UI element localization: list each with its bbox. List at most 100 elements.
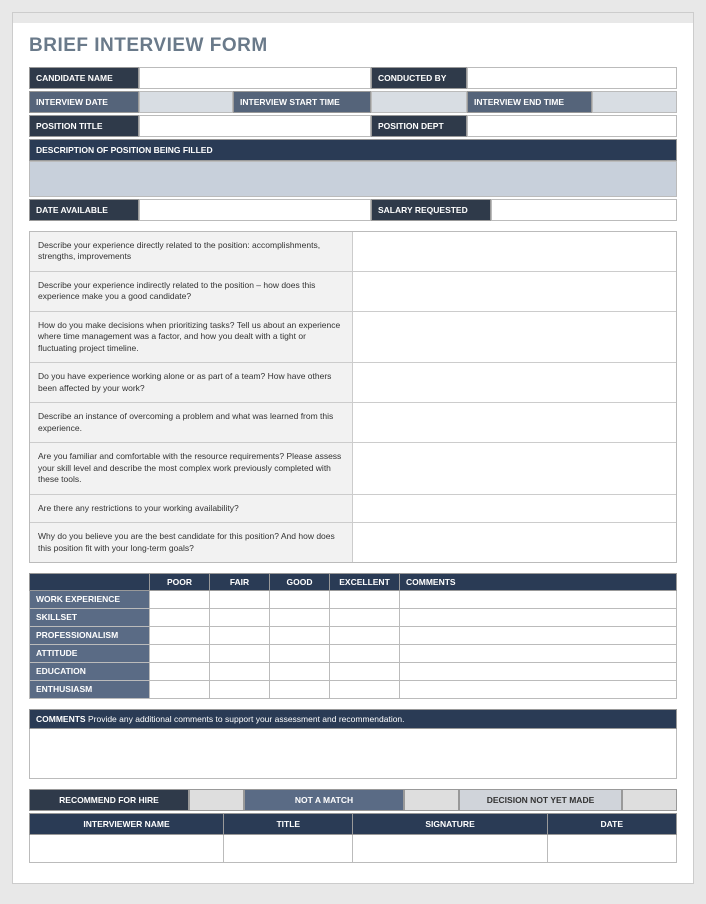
check-recommend-hire[interactable]: [189, 789, 244, 811]
rating-cell[interactable]: [210, 680, 270, 698]
rating-cell[interactable]: [270, 626, 330, 644]
check-not-yet[interactable]: [622, 789, 677, 811]
input-position-title[interactable]: [139, 115, 371, 137]
rating-cell[interactable]: [270, 590, 330, 608]
label-interview-date: INTERVIEW DATE: [29, 91, 139, 113]
question-answer[interactable]: [353, 495, 676, 522]
rating-cell[interactable]: [210, 626, 270, 644]
label-conducted-by: CONDUCTED BY: [371, 67, 467, 89]
input-conducted-by[interactable]: [467, 67, 677, 89]
rating-label: ENTHUSIASM: [30, 680, 150, 698]
question-text: Do you have experience working alone or …: [30, 363, 353, 402]
col-date: DATE: [547, 813, 676, 834]
col-good: GOOD: [270, 573, 330, 590]
input-interview-date[interactable]: [139, 91, 233, 113]
interview-form-page: BRIEF INTERVIEW FORM CANDIDATE NAME COND…: [12, 12, 694, 884]
question-answer[interactable]: [353, 523, 676, 562]
question-answer[interactable]: [353, 403, 676, 442]
comments-input[interactable]: [29, 729, 677, 779]
question-text: Describe your experience indirectly rela…: [30, 272, 353, 311]
comments-header: COMMENTS Provide any additional comments…: [29, 709, 677, 729]
rating-cell[interactable]: [210, 590, 270, 608]
rating-label: PROFESSIONALISM: [30, 626, 150, 644]
rating-row: WORK EXPERIENCE: [30, 590, 677, 608]
question-text: Why do you believe you are the best cand…: [30, 523, 353, 562]
input-end-time[interactable]: [592, 91, 677, 113]
input-title[interactable]: [224, 834, 353, 862]
rating-cell[interactable]: [210, 662, 270, 680]
rating-label: ATTITUDE: [30, 644, 150, 662]
rating-cell[interactable]: [330, 644, 400, 662]
input-interviewer-name[interactable]: [30, 834, 224, 862]
label-recommend-hire: RECOMMEND FOR HIRE: [29, 789, 189, 811]
col-interviewer: INTERVIEWER NAME: [30, 813, 224, 834]
question-answer[interactable]: [353, 272, 676, 311]
rating-cell[interactable]: [150, 590, 210, 608]
rating-cell[interactable]: [210, 608, 270, 626]
question-answer[interactable]: [353, 443, 676, 493]
label-start-time: INTERVIEW START TIME: [233, 91, 371, 113]
question-answer[interactable]: [353, 232, 676, 271]
rating-comment[interactable]: [400, 590, 677, 608]
top-decoration-bar: [13, 13, 693, 23]
input-candidate-name[interactable]: [139, 67, 371, 89]
rating-cell[interactable]: [150, 608, 210, 626]
rating-table: POOR FAIR GOOD EXCELLENT COMMENTS WORK E…: [29, 573, 677, 699]
input-start-time[interactable]: [371, 91, 467, 113]
input-date-available[interactable]: [139, 199, 371, 221]
rating-label: WORK EXPERIENCE: [30, 590, 150, 608]
input-salary-requested[interactable]: [491, 199, 677, 221]
input-position-dept[interactable]: [467, 115, 677, 137]
col-fair: FAIR: [210, 573, 270, 590]
comments-label: COMMENTS: [36, 714, 86, 724]
form-title: BRIEF INTERVIEW FORM: [29, 35, 677, 57]
question-row: Why do you believe you are the best cand…: [30, 523, 676, 562]
label-end-time: INTERVIEW END TIME: [467, 91, 592, 113]
rating-row: EDUCATION: [30, 662, 677, 680]
rating-cell[interactable]: [270, 680, 330, 698]
rating-cell[interactable]: [330, 608, 400, 626]
input-description[interactable]: [29, 161, 677, 197]
question-row: Are you familiar and comfortable with th…: [30, 443, 676, 494]
rating-cell[interactable]: [270, 662, 330, 680]
rating-cell[interactable]: [270, 644, 330, 662]
rating-comment[interactable]: [400, 662, 677, 680]
question-answer[interactable]: [353, 312, 676, 362]
col-poor: POOR: [150, 573, 210, 590]
row-interview-date: INTERVIEW DATE INTERVIEW START TIME INTE…: [29, 91, 677, 113]
input-signature[interactable]: [353, 834, 547, 862]
row-candidate: CANDIDATE NAME CONDUCTED BY: [29, 67, 677, 89]
col-comments: COMMENTS: [400, 573, 677, 590]
rating-cell[interactable]: [150, 680, 210, 698]
input-date[interactable]: [547, 834, 676, 862]
rating-row: PROFESSIONALISM: [30, 626, 677, 644]
rating-cell[interactable]: [210, 644, 270, 662]
col-excellent: EXCELLENT: [330, 573, 400, 590]
question-text: Describe your experience directly relate…: [30, 232, 353, 271]
question-text: How do you make decisions when prioritiz…: [30, 312, 353, 362]
rating-cell[interactable]: [150, 626, 210, 644]
label-description: DESCRIPTION OF POSITION BEING FILLED: [29, 139, 677, 161]
rating-comment[interactable]: [400, 680, 677, 698]
rating-comment[interactable]: [400, 626, 677, 644]
rating-cell[interactable]: [330, 662, 400, 680]
label-position-dept: POSITION DEPT: [371, 115, 467, 137]
rating-label: EDUCATION: [30, 662, 150, 680]
rating-cell[interactable]: [150, 644, 210, 662]
col-signature: SIGNATURE: [353, 813, 547, 834]
rating-cell[interactable]: [150, 662, 210, 680]
question-answer[interactable]: [353, 363, 676, 402]
rating-row: ENTHUSIASM: [30, 680, 677, 698]
rating-cell[interactable]: [270, 608, 330, 626]
rating-comment[interactable]: [400, 644, 677, 662]
rating-cell[interactable]: [330, 680, 400, 698]
rating-cell[interactable]: [330, 626, 400, 644]
rating-row: SKILLSET: [30, 608, 677, 626]
rating-cell[interactable]: [330, 590, 400, 608]
check-not-match[interactable]: [404, 789, 459, 811]
question-row: Describe an instance of overcoming a pro…: [30, 403, 676, 443]
question-row: Do you have experience working alone or …: [30, 363, 676, 403]
label-date-available: DATE AVAILABLE: [29, 199, 139, 221]
rating-label: SKILLSET: [30, 608, 150, 626]
rating-comment[interactable]: [400, 608, 677, 626]
